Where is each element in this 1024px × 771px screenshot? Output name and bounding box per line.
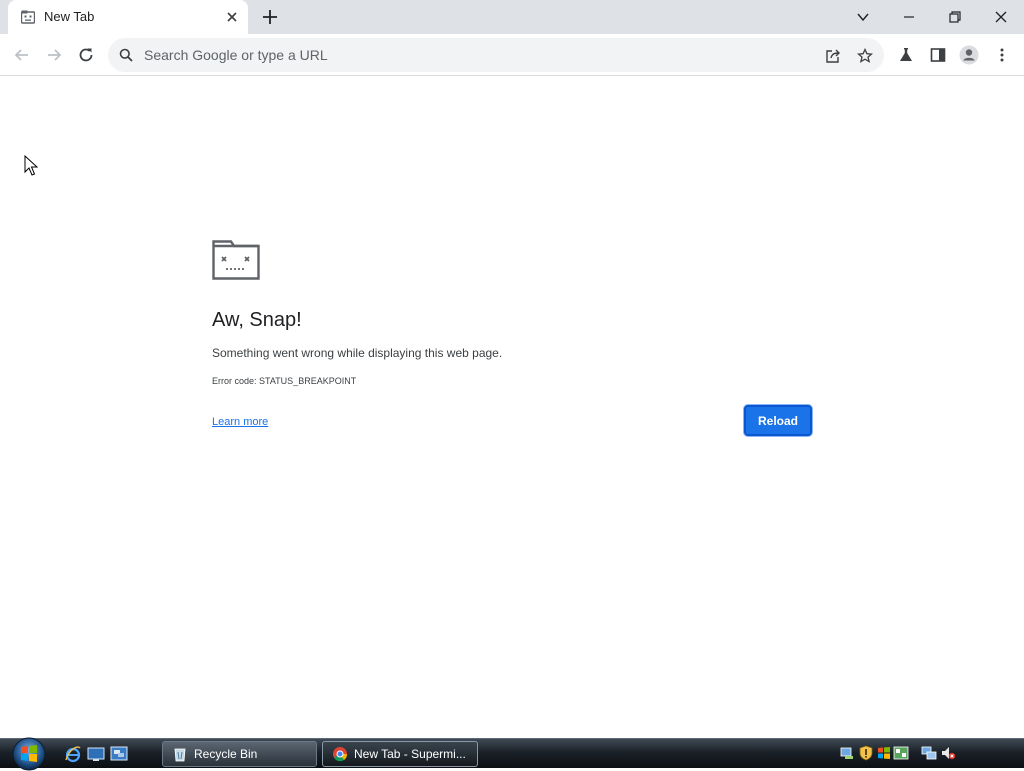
arrow-left-icon <box>14 49 28 61</box>
internet-explorer-icon[interactable] <box>64 745 82 763</box>
taskbar-button-label: Recycle Bin <box>194 747 258 761</box>
security-shield-icon[interactable] <box>858 745 874 761</box>
network-connection-icon[interactable] <box>921 745 937 761</box>
tab-strip: New Tab <box>0 0 1024 34</box>
volume-muted-icon[interactable] <box>940 745 956 761</box>
reload-button[interactable]: Reload <box>744 405 812 436</box>
search-icon <box>119 48 133 62</box>
minimize-icon <box>904 16 914 18</box>
taskbar-button-recycle-bin[interactable]: Recycle Bin <box>162 741 317 767</box>
windows-flag-tray-icon[interactable] <box>876 745 892 761</box>
share-button[interactable] <box>824 47 842 65</box>
mouse-cursor-icon <box>24 155 38 176</box>
minimize-button[interactable] <box>897 5 921 29</box>
tab-close-icon[interactable] <box>224 9 240 25</box>
back-button[interactable] <box>11 44 33 66</box>
bookmark-button[interactable] <box>856 47 874 65</box>
tab-search-button[interactable] <box>851 5 875 29</box>
menu-button[interactable] <box>991 44 1013 66</box>
switch-windows-icon[interactable] <box>110 745 128 763</box>
restore-icon <box>949 11 961 23</box>
sad-tab-icon <box>212 240 260 280</box>
error-message: Something went wrong while displaying th… <box>212 346 503 360</box>
chrome-icon <box>333 747 348 762</box>
sad-tab-favicon-icon <box>21 10 35 24</box>
start-button-windows-icon[interactable] <box>8 737 50 771</box>
side-panel-button[interactable] <box>927 44 949 66</box>
error-code: Error code: STATUS_BREAKPOINT <box>212 376 357 386</box>
close-window-button[interactable] <box>989 5 1013 29</box>
error-title: Aw, Snap! <box>212 309 302 331</box>
profile-button[interactable] <box>958 44 980 66</box>
taskbar-button-label: New Tab - Supermi... <box>354 747 466 761</box>
extensions-button[interactable] <box>895 44 917 66</box>
share-icon <box>826 49 840 63</box>
forward-button[interactable] <box>43 44 65 66</box>
app-tray-icon[interactable] <box>893 745 909 761</box>
learn-more-link[interactable]: Learn more <box>212 416 268 428</box>
omnibox-input[interactable] <box>142 38 802 72</box>
chevron-down-icon <box>857 13 869 22</box>
windows-taskbar: Recycle Bin New Tab - Supermi... <box>0 737 1024 771</box>
arrow-right-icon <box>48 49 62 61</box>
refresh-icon <box>79 48 93 62</box>
page-content: Aw, Snap! Something went wrong while dis… <box>0 77 1024 738</box>
new-tab-icon[interactable] <box>260 7 280 27</box>
more-vertical-icon <box>1000 48 1004 62</box>
omnibox[interactable] <box>108 38 884 72</box>
restore-button[interactable] <box>943 5 967 29</box>
side-panel-icon <box>930 48 946 62</box>
show-desktop-icon[interactable] <box>87 745 105 763</box>
close-icon <box>995 11 1007 23</box>
star-icon <box>857 48 873 63</box>
browser-toolbar <box>0 34 1024 76</box>
avatar-icon <box>959 45 979 65</box>
network-tray-icon[interactable] <box>839 745 855 761</box>
recycle-bin-icon <box>174 748 186 762</box>
taskbar-button-new-tab[interactable]: New Tab - Supermi... <box>322 741 478 767</box>
reload-toolbar-button[interactable] <box>75 44 97 66</box>
tab-new-tab[interactable]: New Tab <box>8 0 248 34</box>
extension-flask-icon <box>900 48 912 61</box>
tab-title: New Tab <box>44 9 95 24</box>
